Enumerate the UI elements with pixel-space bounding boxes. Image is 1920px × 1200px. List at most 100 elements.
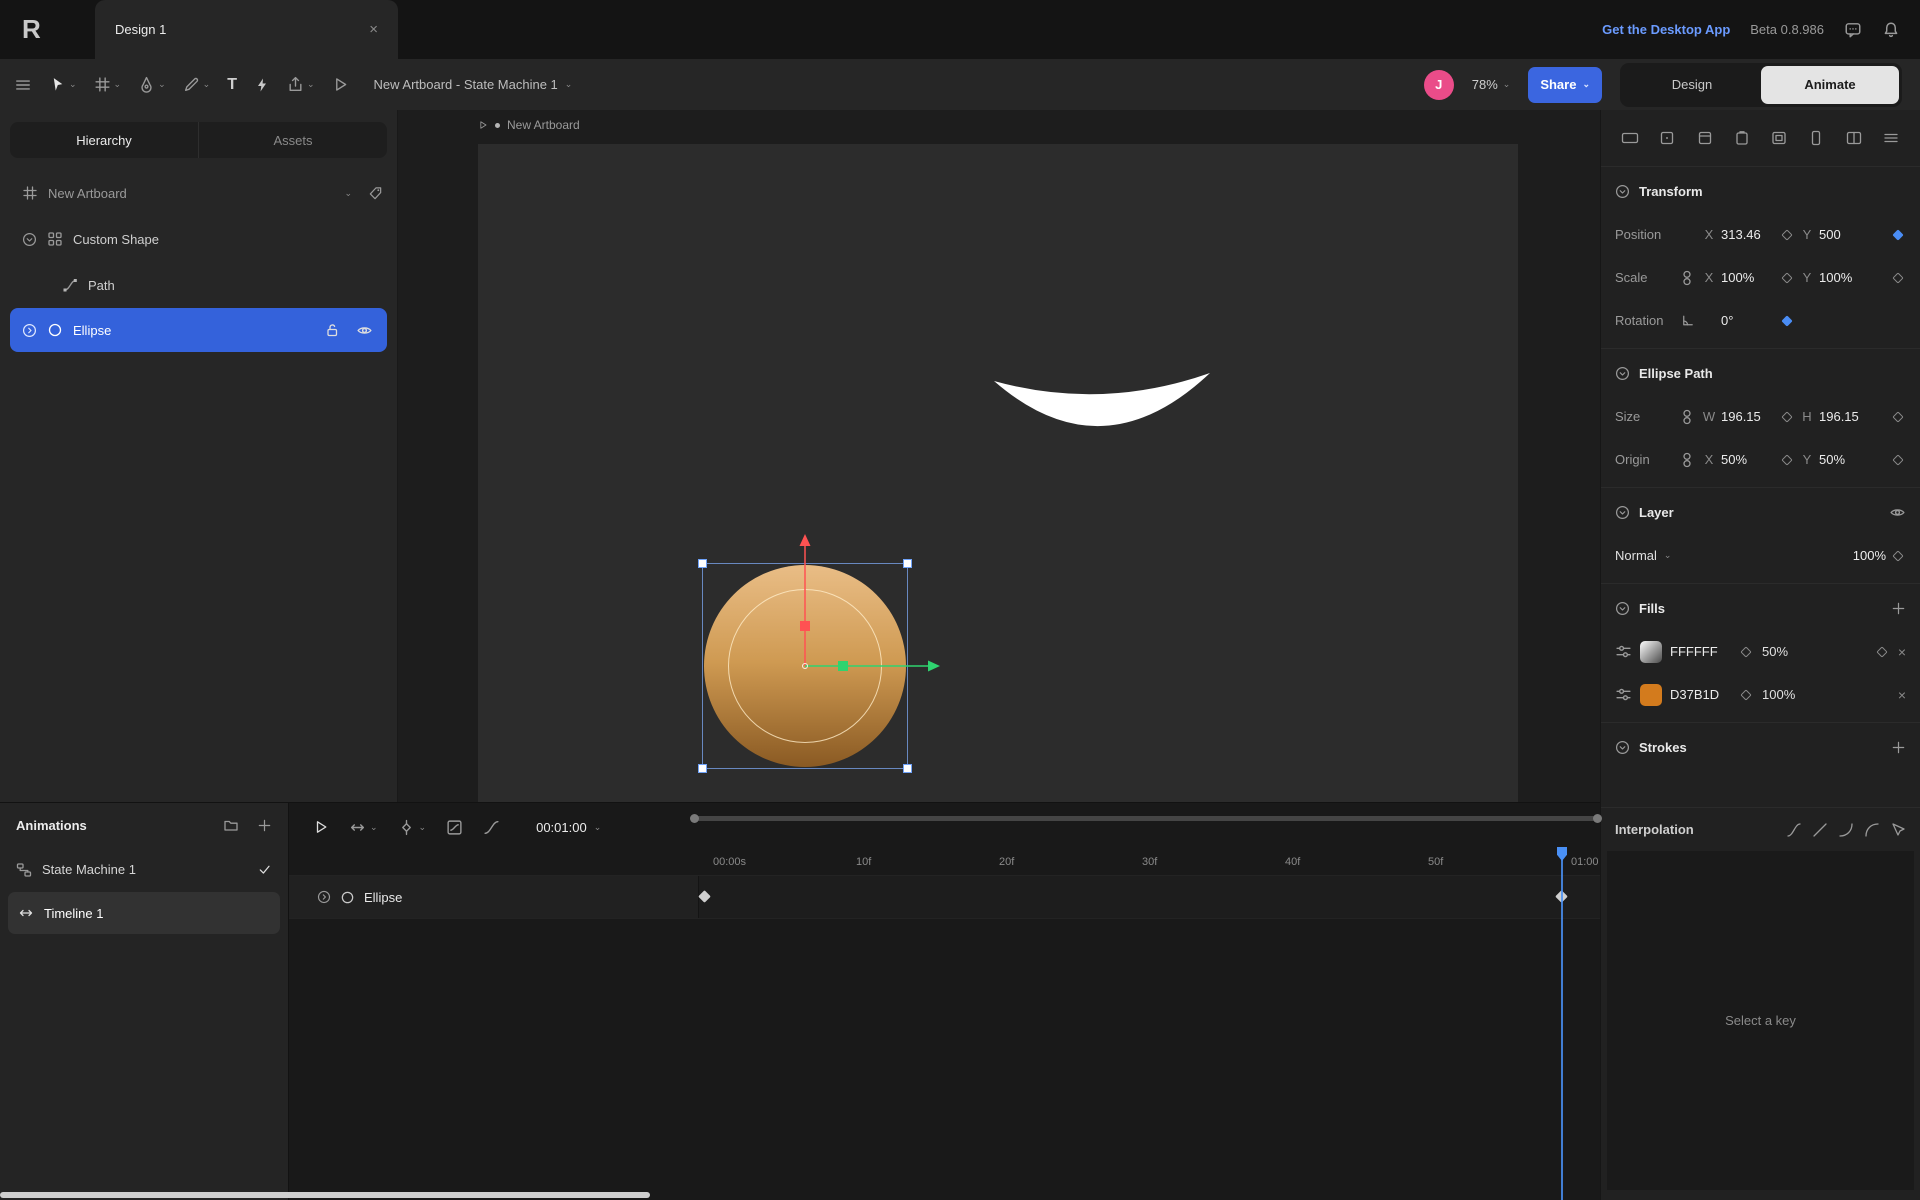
export-button[interactable]: ⌄ — [287, 76, 315, 93]
tree-item-custom-shape[interactable]: Custom Shape — [0, 216, 397, 262]
loop-mode-selector[interactable]: ⌄ — [349, 819, 378, 836]
interpolation-ease-out-icon[interactable] — [1864, 822, 1880, 838]
track-lane[interactable] — [699, 876, 1600, 918]
scale-x-value[interactable]: 100% — [1721, 270, 1775, 285]
share-button[interactable]: Share ⌄ — [1528, 67, 1602, 103]
keyframe-toggle[interactable] — [1738, 648, 1754, 656]
eye-icon[interactable] — [356, 322, 373, 339]
playhead[interactable] — [1561, 847, 1563, 1200]
clipboard-icon[interactable] — [1733, 130, 1751, 146]
main-menu-button[interactable] — [14, 76, 32, 94]
keyframe-toggle[interactable] — [1779, 231, 1795, 239]
keyframe-toggle[interactable] — [1779, 274, 1795, 282]
tab-design-1[interactable]: Design 1 × — [95, 0, 398, 59]
auto-key-selector[interactable]: ⌄ — [398, 819, 427, 836]
remove-fill-icon[interactable]: × — [1898, 687, 1906, 703]
section-chevron-icon[interactable] — [1615, 366, 1630, 381]
fill-opacity-value[interactable]: 100% — [1762, 687, 1802, 702]
timeline-zoom-bar[interactable] — [693, 816, 1599, 821]
play-button[interactable] — [313, 819, 329, 835]
keyframe-toggle[interactable] — [1874, 648, 1890, 656]
disclosure-chevron-icon[interactable] — [22, 232, 37, 247]
blend-mode-dropdown[interactable]: Normal ⌄ — [1615, 548, 1671, 563]
artboard-wide-icon[interactable] — [1621, 130, 1639, 146]
tab-animate[interactable]: Animate — [1761, 66, 1899, 104]
keyframe-toggle[interactable] — [1779, 456, 1795, 464]
eye-icon[interactable] — [1889, 504, 1906, 521]
track-name-cell[interactable]: Ellipse — [289, 876, 699, 918]
section-chevron-icon[interactable] — [1615, 740, 1630, 755]
tag-icon[interactable] — [368, 186, 383, 201]
rows-layout-icon[interactable] — [1882, 130, 1900, 146]
interpolation-ease-in-icon[interactable] — [1838, 822, 1854, 838]
horizontal-scrollbar[interactable] — [0, 1192, 650, 1198]
interpolation-custom-icon[interactable] — [1890, 822, 1906, 838]
section-chevron-icon[interactable] — [1615, 505, 1630, 520]
phone-layout-icon[interactable] — [1807, 130, 1825, 146]
position-x-value[interactable]: 313.46 — [1721, 227, 1775, 242]
selection-handle[interactable] — [903, 559, 912, 568]
shapes-tool[interactable]: ⌄ — [183, 76, 211, 93]
size-h-value[interactable]: 196.15 — [1819, 409, 1873, 424]
fill-options-icon[interactable] — [1615, 643, 1632, 660]
nested-artboard-icon[interactable] — [1770, 130, 1788, 146]
zoom-bar-handle[interactable] — [690, 814, 699, 823]
scale-y-value[interactable]: 100% — [1819, 270, 1873, 285]
tree-item-path[interactable]: Path — [0, 262, 397, 308]
section-chevron-icon[interactable] — [1615, 601, 1630, 616]
keyframe-toggle[interactable] — [1890, 274, 1906, 282]
folder-icon[interactable] — [223, 817, 239, 833]
interpolation-linear-icon[interactable] — [1812, 822, 1828, 838]
plus-icon[interactable] — [257, 818, 272, 833]
size-w-value[interactable]: 196.15 — [1721, 409, 1775, 424]
timeline-ruler[interactable]: 00:00s 10f 20f 30f 40f 50f 01:00 — [289, 851, 1600, 875]
graph-editor-button[interactable] — [446, 819, 463, 836]
selection-handle[interactable] — [903, 764, 912, 773]
tab-hierarchy[interactable]: Hierarchy — [10, 122, 199, 158]
zoom-bar-handle[interactable] — [1593, 814, 1602, 823]
curve-editor-button[interactable] — [483, 819, 500, 836]
frame-header-icon[interactable] — [1696, 130, 1714, 146]
disclosure-chevron-icon[interactable] — [22, 323, 37, 338]
lock-icon[interactable] — [324, 322, 340, 338]
keyframe-toggle[interactable] — [1890, 456, 1906, 464]
selection-handle[interactable] — [698, 764, 707, 773]
section-chevron-icon[interactable] — [1615, 184, 1630, 199]
artboard-tool[interactable]: ⌄ — [94, 76, 122, 93]
layer-opacity-value[interactable]: 100% — [1853, 548, 1886, 563]
interpolation-cubic-icon[interactable] — [1786, 822, 1802, 838]
canvas[interactable]: New Artboard — [398, 110, 1600, 802]
artboard-square-icon[interactable] — [1658, 130, 1676, 146]
events-tool[interactable] — [254, 77, 270, 93]
rive-logo[interactable]: R — [22, 0, 41, 59]
tree-item-ellipse[interactable]: Ellipse — [10, 308, 387, 352]
tab-assets[interactable]: Assets — [199, 122, 387, 158]
smile-path-shape[interactable] — [994, 365, 1210, 445]
zoom-selector[interactable]: 78% ⌄ — [1472, 77, 1511, 92]
selection-handle[interactable] — [698, 559, 707, 568]
fill-swatch[interactable] — [1640, 684, 1662, 706]
keyframe-toggle[interactable] — [1738, 691, 1754, 699]
keyframe-toggle[interactable] — [1890, 552, 1906, 560]
columns-layout-icon[interactable] — [1845, 130, 1863, 146]
chevron-down-icon[interactable]: ⌄ — [344, 189, 352, 198]
close-icon[interactable]: × — [369, 21, 378, 38]
select-tool[interactable]: ⌄ — [49, 76, 77, 93]
fill-hex-value[interactable]: D37B1D — [1670, 687, 1730, 702]
animation-item-state-machine[interactable]: State Machine 1 — [0, 847, 288, 892]
get-desktop-app-link[interactable]: Get the Desktop App — [1602, 22, 1730, 37]
keyframe-toggle[interactable] — [1779, 317, 1795, 325]
pen-tool[interactable]: ⌄ — [138, 76, 166, 93]
time-display[interactable]: 00:01:00 ⌄ — [536, 820, 601, 835]
fill-hex-value[interactable]: FFFFFF — [1670, 644, 1730, 659]
tree-item-new-artboard[interactable]: New Artboard ⌄ — [0, 170, 397, 216]
fill-swatch[interactable] — [1640, 641, 1662, 663]
rotation-value[interactable]: 0° — [1721, 313, 1775, 328]
origin-y-value[interactable]: 50% — [1819, 452, 1873, 467]
plus-icon[interactable] — [1891, 601, 1906, 616]
fill-options-icon[interactable] — [1615, 686, 1632, 703]
link-icon[interactable] — [1680, 409, 1694, 425]
link-icon[interactable] — [1680, 452, 1694, 468]
keyframe-toggle[interactable] — [1779, 413, 1795, 421]
keyframe-toggle[interactable] — [1890, 413, 1906, 421]
